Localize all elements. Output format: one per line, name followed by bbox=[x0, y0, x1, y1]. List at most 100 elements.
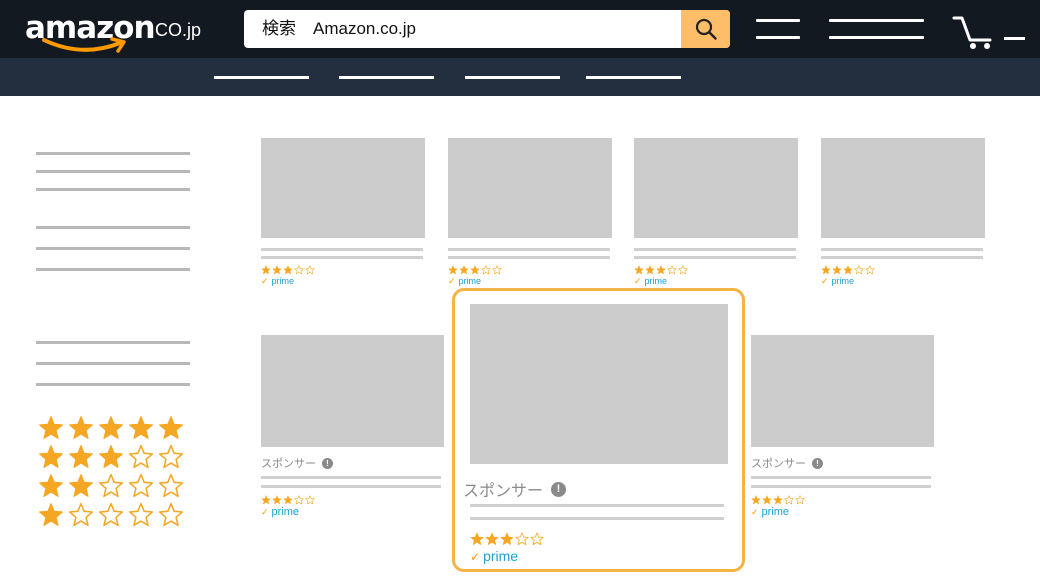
star-empty-icon bbox=[784, 495, 794, 505]
product-card[interactable]: ✓ prime bbox=[634, 138, 798, 290]
subnav-item-3[interactable] bbox=[465, 76, 560, 79]
amazon-smile-icon bbox=[42, 37, 126, 53]
product-title-line[interactable] bbox=[470, 504, 724, 507]
product-title-line[interactable] bbox=[448, 248, 610, 251]
star-empty-icon bbox=[865, 265, 875, 275]
search-button[interactable] bbox=[681, 10, 730, 48]
prime-badge: ✓ prime bbox=[470, 548, 519, 564]
sponsored-product-card[interactable]: スポンサー ! ✓ prime bbox=[261, 335, 444, 525]
search-icon bbox=[695, 18, 717, 40]
product-image[interactable] bbox=[470, 304, 728, 464]
product-title-line[interactable] bbox=[261, 476, 441, 479]
product-title-line[interactable] bbox=[261, 485, 441, 488]
filter-option[interactable] bbox=[36, 383, 190, 386]
rating-stars bbox=[751, 495, 805, 505]
star-filled-icon bbox=[821, 265, 831, 275]
star-filled-icon bbox=[69, 416, 93, 439]
filter-option[interactable] bbox=[36, 247, 190, 250]
product-title-line[interactable] bbox=[448, 256, 610, 259]
prime-badge: ✓ prime bbox=[261, 506, 300, 518]
subnav-item-4[interactable] bbox=[586, 76, 681, 79]
product-title-line[interactable] bbox=[261, 248, 423, 251]
product-card[interactable]: ✓ prime bbox=[261, 138, 425, 290]
product-image[interactable] bbox=[634, 138, 798, 238]
rating-filter-5-stars[interactable] bbox=[38, 415, 188, 441]
search-input[interactable] bbox=[244, 10, 681, 48]
product-image[interactable] bbox=[821, 138, 985, 238]
search-bar bbox=[244, 10, 730, 48]
star-filled-icon bbox=[261, 495, 271, 505]
account-line bbox=[829, 19, 924, 22]
highlighted-sponsored-card[interactable]: スポンサー ! ✓ prime bbox=[452, 288, 745, 572]
star-empty-icon bbox=[795, 495, 805, 505]
star-filled-icon bbox=[645, 265, 655, 275]
product-title-line[interactable] bbox=[751, 485, 931, 488]
star-filled-icon bbox=[39, 474, 63, 497]
subnav-item-2[interactable] bbox=[339, 76, 434, 79]
rating-filter-3-stars[interactable] bbox=[38, 444, 188, 470]
product-title-line[interactable] bbox=[751, 476, 931, 479]
filter-option[interactable] bbox=[36, 226, 190, 229]
star-empty-icon bbox=[515, 532, 529, 546]
product-image[interactable] bbox=[261, 138, 425, 238]
product-title-line[interactable] bbox=[470, 517, 724, 520]
star-filled-icon bbox=[500, 532, 514, 545]
filter-option[interactable] bbox=[36, 362, 190, 365]
filter-option[interactable] bbox=[36, 341, 190, 344]
star-filled-icon bbox=[773, 495, 783, 505]
star-filled-icon bbox=[470, 532, 484, 545]
sponsored-product-card[interactable]: スポンサー ! ✓ prime bbox=[751, 335, 934, 525]
star-empty-icon bbox=[68, 502, 94, 527]
product-image[interactable] bbox=[448, 138, 612, 238]
logo-domain-suffix: CO.jp bbox=[155, 20, 202, 40]
info-icon[interactable]: ! bbox=[812, 457, 823, 469]
filter-option[interactable] bbox=[36, 188, 190, 191]
star-filled-icon bbox=[843, 265, 853, 275]
star-filled-icon bbox=[470, 265, 480, 275]
info-icon[interactable]: ! bbox=[551, 481, 567, 497]
star-filled-icon bbox=[129, 416, 153, 439]
product-card[interactable]: ✓ prime bbox=[448, 138, 612, 290]
rating-stars bbox=[448, 265, 502, 275]
filter-option[interactable] bbox=[36, 152, 190, 155]
sponsored-label: スポンサー ! bbox=[751, 455, 823, 471]
subnav-item-1[interactable] bbox=[214, 76, 309, 79]
cart-icon[interactable] bbox=[952, 14, 998, 50]
product-title-line[interactable] bbox=[634, 248, 796, 251]
amazon-logo[interactable]: amazon CO.jp bbox=[22, 8, 202, 53]
sub-nav-bar bbox=[0, 58, 1040, 96]
star-filled-icon bbox=[485, 532, 499, 545]
filter-option[interactable] bbox=[36, 268, 190, 271]
star-empty-icon bbox=[530, 532, 544, 546]
product-title-line[interactable] bbox=[261, 256, 423, 259]
star-empty-icon bbox=[128, 502, 154, 527]
star-filled-icon bbox=[261, 265, 271, 275]
star-filled-icon bbox=[656, 265, 666, 275]
star-filled-icon bbox=[751, 495, 761, 505]
product-image[interactable] bbox=[751, 335, 934, 447]
star-empty-icon bbox=[481, 265, 491, 275]
menu-line bbox=[756, 19, 800, 22]
star-filled-icon bbox=[459, 265, 469, 275]
rating-filter-1-stars[interactable] bbox=[38, 502, 188, 528]
star-filled-icon bbox=[99, 416, 123, 439]
info-icon[interactable]: ! bbox=[322, 457, 333, 469]
filter-option[interactable] bbox=[36, 170, 190, 173]
product-title-line[interactable] bbox=[821, 256, 983, 259]
star-filled-icon bbox=[272, 495, 282, 505]
rating-stars bbox=[261, 495, 315, 505]
star-filled-icon bbox=[69, 445, 93, 468]
star-empty-icon bbox=[158, 502, 184, 527]
rating-filter-2-stars[interactable] bbox=[38, 473, 188, 499]
star-empty-icon bbox=[98, 502, 124, 527]
product-card[interactable]: ✓ prime bbox=[821, 138, 985, 290]
product-title-line[interactable] bbox=[821, 248, 983, 251]
star-empty-icon bbox=[158, 444, 184, 469]
star-filled-icon bbox=[634, 265, 644, 275]
sponsored-label: スポンサー ! bbox=[463, 477, 567, 501]
star-empty-icon bbox=[492, 265, 502, 275]
product-image[interactable] bbox=[261, 335, 444, 447]
star-filled-icon bbox=[832, 265, 842, 275]
product-title-line[interactable] bbox=[634, 256, 796, 259]
top-nav-bar: amazon CO.jp bbox=[0, 0, 1040, 58]
